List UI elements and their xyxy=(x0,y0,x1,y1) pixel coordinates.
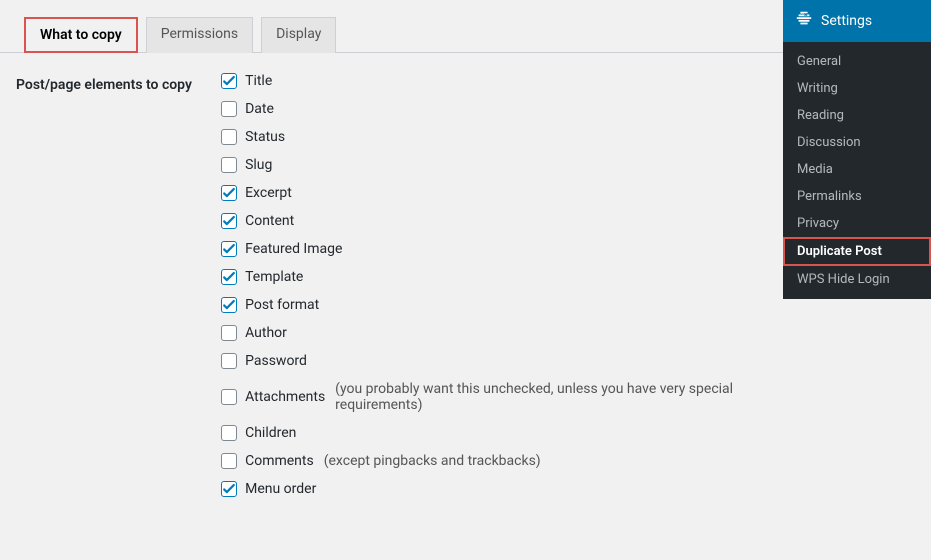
checkbox-label[interactable]: Children xyxy=(245,425,296,441)
checkbox-label[interactable]: Post format xyxy=(245,297,319,313)
checkbox-item-title: Title xyxy=(221,73,783,89)
sidebar-item-media[interactable]: Media xyxy=(783,156,931,183)
checkbox-item-slug: Slug xyxy=(221,157,783,173)
checkbox-label[interactable]: Password xyxy=(245,353,307,369)
tab-permissions[interactable]: Permissions xyxy=(146,17,253,53)
sidebar-item-writing[interactable]: Writing xyxy=(783,75,931,102)
checkbox-label[interactable]: Title xyxy=(245,73,272,89)
checkbox-author[interactable] xyxy=(221,325,237,341)
checkbox-item-password: Password xyxy=(221,353,783,369)
checkbox-label[interactable]: Menu order xyxy=(245,481,316,497)
checkbox-item-date: Date xyxy=(221,101,783,117)
form-row: Post/page elements to copy Title Date Stat… xyxy=(0,53,783,497)
checkbox-hint: (you probably want this unchecked, unles… xyxy=(335,381,783,413)
checkbox-label[interactable]: Author xyxy=(245,325,287,341)
sidebar: Settings GeneralWritingReadingDiscussion… xyxy=(783,0,931,299)
checkbox-item-children: Children xyxy=(221,425,783,441)
checkbox-item-content: Content xyxy=(221,213,783,229)
checkbox-status[interactable] xyxy=(221,129,237,145)
checkbox-label[interactable]: Comments xyxy=(245,453,314,469)
checkbox-label[interactable]: Excerpt xyxy=(245,185,292,201)
sidebar-item-wps-hide-login[interactable]: WPS Hide Login xyxy=(783,266,931,293)
checkbox-content[interactable] xyxy=(221,213,237,229)
checkbox-menu-order[interactable] xyxy=(221,481,237,497)
sidebar-item-privacy[interactable]: Privacy xyxy=(783,210,931,237)
main-content: What to copyPermissionsDisplay Post/page… xyxy=(0,0,783,497)
checkbox-item-template: Template xyxy=(221,269,783,285)
checkbox-item-menu-order: Menu order xyxy=(221,481,783,497)
tab-display[interactable]: Display xyxy=(261,17,336,53)
checkbox-item-attachments: Attachments (you probably want this unche… xyxy=(221,381,783,413)
sidebar-title: Settings xyxy=(821,13,872,29)
checkbox-item-post-format: Post format xyxy=(221,297,783,313)
checkbox-featured-image[interactable] xyxy=(221,241,237,257)
checkbox-template[interactable] xyxy=(221,269,237,285)
checkbox-item-excerpt: Excerpt xyxy=(221,185,783,201)
checkbox-item-status: Status xyxy=(221,129,783,145)
checkbox-attachments[interactable] xyxy=(221,389,237,405)
checkbox-comments[interactable] xyxy=(221,453,237,469)
checkbox-label[interactable]: Template xyxy=(245,269,303,285)
section-label: Post/page elements to copy xyxy=(16,73,221,497)
checkbox-post-format[interactable] xyxy=(221,297,237,313)
settings-icon xyxy=(795,10,813,32)
checkbox-list: Title Date Status Slug Excerpt Content Feature… xyxy=(221,73,783,497)
sidebar-item-duplicate-post[interactable]: Duplicate Post xyxy=(783,237,931,266)
sidebar-item-reading[interactable]: Reading xyxy=(783,102,931,129)
checkbox-label[interactable]: Content xyxy=(245,213,294,229)
checkbox-item-comments: Comments (except pingbacks and trackbacks… xyxy=(221,453,783,469)
checkbox-label[interactable]: Attachments xyxy=(245,389,325,405)
sidebar-item-permalinks[interactable]: Permalinks xyxy=(783,183,931,210)
sidebar-item-discussion[interactable]: Discussion xyxy=(783,129,931,156)
sidebar-list: GeneralWritingReadingDiscussionMediaPerm… xyxy=(783,42,931,299)
checkbox-password[interactable] xyxy=(221,353,237,369)
tab-what-to-copy[interactable]: What to copy xyxy=(24,17,138,53)
tabs: What to copyPermissionsDisplay xyxy=(0,0,783,53)
checkbox-slug[interactable] xyxy=(221,157,237,173)
checkbox-title[interactable] xyxy=(221,73,237,89)
checkbox-date[interactable] xyxy=(221,101,237,117)
checkbox-hint: (except pingbacks and trackbacks) xyxy=(324,453,541,469)
sidebar-header[interactable]: Settings xyxy=(783,0,931,42)
checkbox-label[interactable]: Status xyxy=(245,129,285,145)
sidebar-item-general[interactable]: General xyxy=(783,48,931,75)
checkbox-item-featured-image: Featured Image xyxy=(221,241,783,257)
checkbox-label[interactable]: Slug xyxy=(245,157,272,173)
checkbox-label[interactable]: Date xyxy=(245,101,274,117)
checkbox-children[interactable] xyxy=(221,425,237,441)
checkbox-item-author: Author xyxy=(221,325,783,341)
checkbox-label[interactable]: Featured Image xyxy=(245,241,342,257)
checkbox-excerpt[interactable] xyxy=(221,185,237,201)
